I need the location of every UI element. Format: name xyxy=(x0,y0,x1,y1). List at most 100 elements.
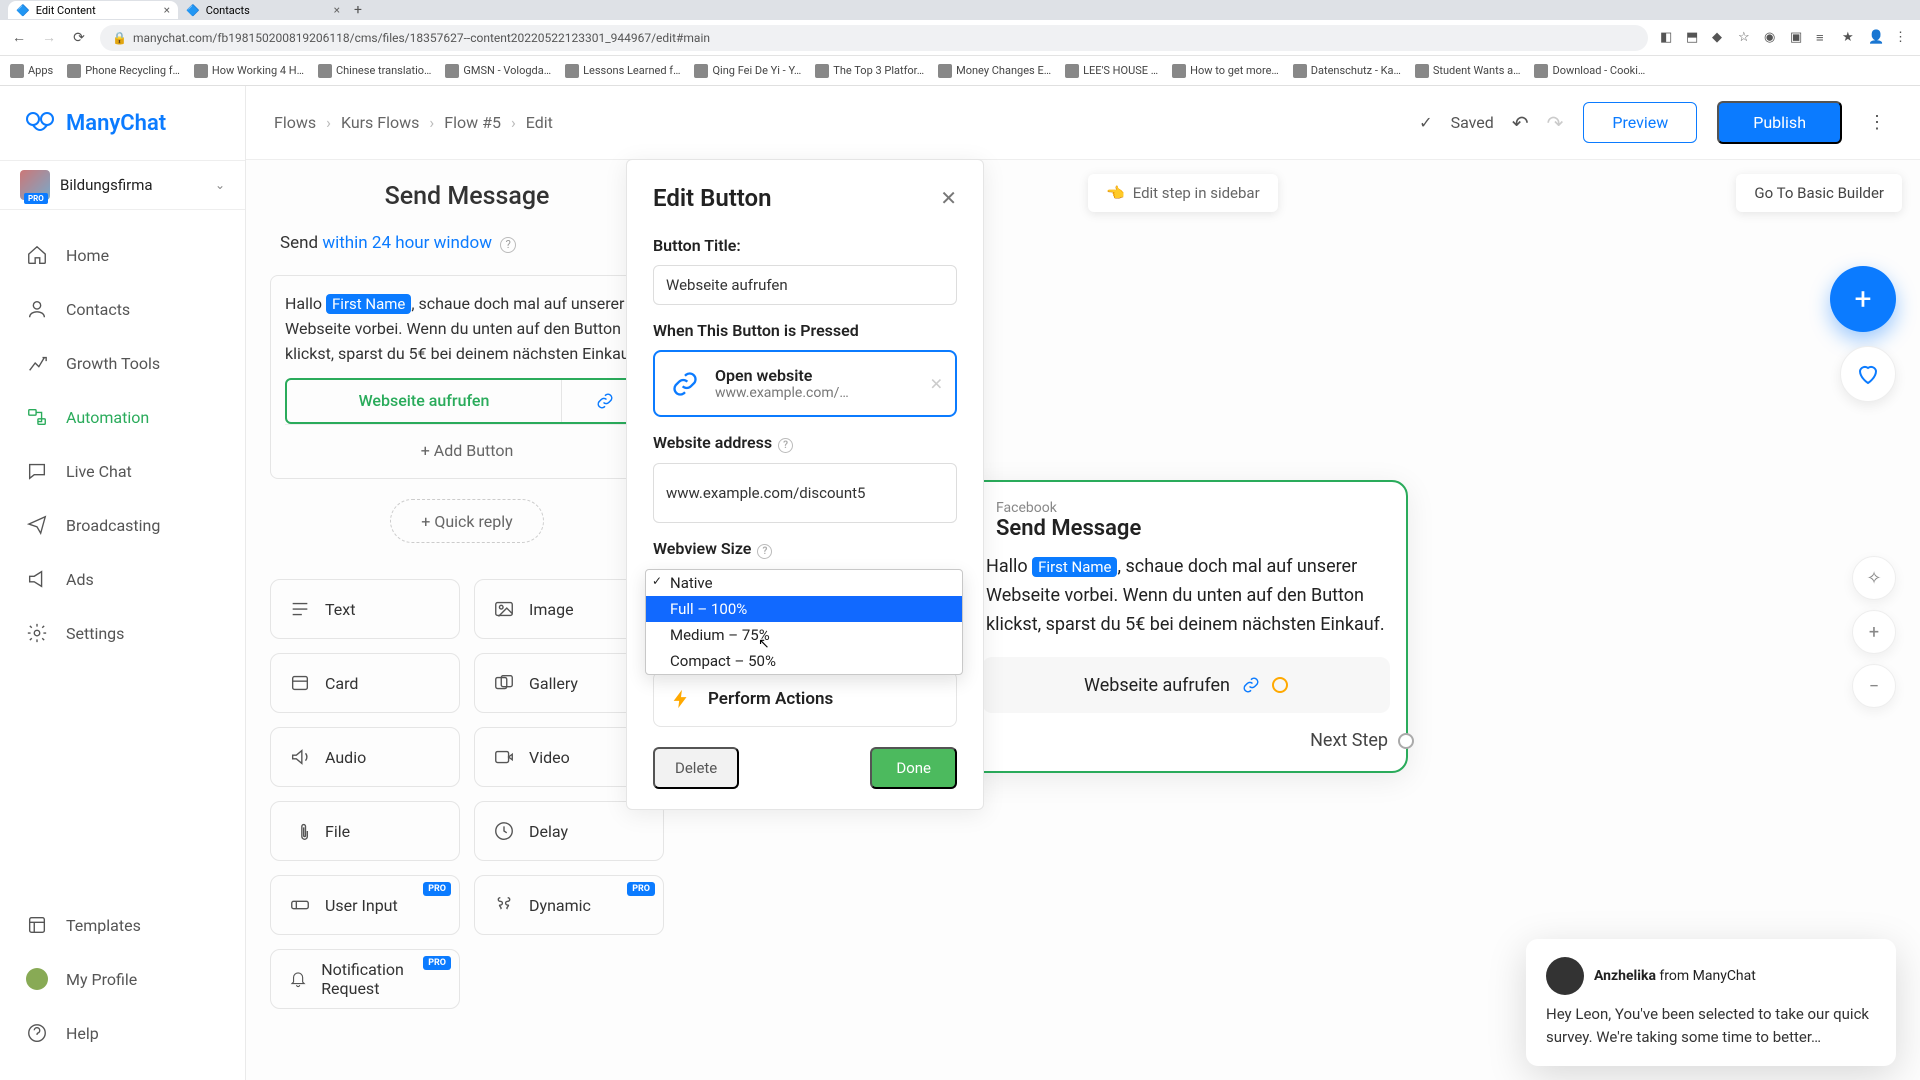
flow-node[interactable]: Facebook Send Message Hallo First Name, … xyxy=(964,480,1408,773)
browser-tab-active[interactable]: 🔷 Edit Content × xyxy=(8,1,178,19)
zoom-in-button[interactable]: + xyxy=(1852,610,1896,654)
block-file[interactable]: File xyxy=(270,801,460,861)
back-button[interactable]: ← xyxy=(10,29,28,47)
close-icon[interactable]: × xyxy=(334,3,340,17)
bookmark[interactable]: The Top 3 Platfor… xyxy=(815,64,924,78)
extension-icon[interactable]: ◆ xyxy=(1712,30,1728,46)
dropdown-option[interactable]: Medium – 75% xyxy=(646,622,962,648)
bookmark[interactable]: How Working 4 H… xyxy=(194,64,304,78)
extension-icon[interactable]: ≡ xyxy=(1816,30,1832,46)
nav-help[interactable]: Help xyxy=(0,1006,245,1060)
url-input[interactable]: 🔒 manychat.com/fb198150200819206118/cms/… xyxy=(100,25,1648,51)
connector-dot[interactable] xyxy=(1398,733,1414,749)
block-delay[interactable]: Delay xyxy=(474,801,664,861)
nav-ads[interactable]: Ads xyxy=(0,552,245,606)
bookmark[interactable]: Phone Recycling f… xyxy=(67,64,180,78)
menu-icon[interactable]: ⋮ xyxy=(1894,30,1910,46)
message-button[interactable]: Webseite aufrufen xyxy=(285,378,649,424)
bookmark[interactable]: Download - Cooki… xyxy=(1534,64,1645,78)
goto-basic-builder[interactable]: Go To Basic Builder xyxy=(1736,174,1902,212)
nav-growth[interactable]: Growth Tools xyxy=(0,336,245,390)
help-icon[interactable]: ? xyxy=(778,438,793,453)
nav-home[interactable]: Home xyxy=(0,228,245,282)
info-icon[interactable]: ? xyxy=(500,237,516,253)
bookmark[interactable]: Chinese translatio… xyxy=(318,64,431,78)
nav-livechat[interactable]: Live Chat xyxy=(0,444,245,498)
action-card[interactable]: Open website www.example.com/… ✕ xyxy=(653,350,957,417)
nav-automation[interactable]: Automation xyxy=(0,390,245,444)
extension-icon[interactable]: ⬒ xyxy=(1686,30,1702,46)
close-icon[interactable]: × xyxy=(164,3,170,17)
dropdown-option[interactable]: Full – 100% xyxy=(646,596,962,622)
edit-step-pill[interactable]: 👈 Edit step in sidebar xyxy=(1088,174,1278,212)
new-tab-button[interactable]: + xyxy=(348,2,368,18)
nav-contacts[interactable]: Contacts xyxy=(0,282,245,336)
delete-button[interactable]: Delete xyxy=(653,747,739,789)
bookmark[interactable]: How to get more… xyxy=(1172,64,1279,78)
window-link[interactable]: within 24 hour window xyxy=(322,233,492,253)
forward-button[interactable]: → xyxy=(40,29,58,47)
add-step-fab[interactable]: + xyxy=(1830,266,1896,332)
extension-icon[interactable]: ◧ xyxy=(1660,30,1676,46)
flow-canvas[interactable]: 👈 Edit step in sidebar Go To Basic Build… xyxy=(246,160,1920,1080)
crumb[interactable]: Flow #5 xyxy=(444,113,501,132)
bookmark[interactable]: GMSN - Vologda… xyxy=(445,64,551,78)
bookmark[interactable]: LEE'S HOUSE … xyxy=(1065,64,1158,78)
dropdown-option[interactable]: Compact – 50% xyxy=(646,648,962,674)
browser-tab[interactable]: 🔷 Contacts × xyxy=(178,1,348,19)
bookmark[interactable]: Apps xyxy=(10,64,53,78)
redo-button[interactable]: ↷ xyxy=(1547,111,1564,135)
favorite-fab[interactable] xyxy=(1840,346,1896,402)
dropdown-option[interactable]: Native xyxy=(646,570,962,596)
chat-popup[interactable]: Anzhelika from ManyChat Hey Leon, You've… xyxy=(1526,939,1896,1066)
add-button[interactable]: + Add Button xyxy=(285,424,649,478)
templates-icon xyxy=(26,914,48,936)
next-step[interactable]: Next Step xyxy=(1310,730,1414,751)
autofit-button[interactable]: ✧ xyxy=(1852,556,1896,600)
extension-icon[interactable]: ◉ xyxy=(1764,30,1780,46)
block-notification[interactable]: Notification RequestPRO xyxy=(270,949,460,1009)
done-button[interactable]: Done xyxy=(870,747,957,789)
block-audio[interactable]: Audio xyxy=(270,727,460,787)
workspace-selector[interactable]: PRO Bildungsfirma ⌄ xyxy=(0,160,245,210)
kebab-menu[interactable]: ⋮ xyxy=(1862,103,1892,143)
help-icon[interactable]: ? xyxy=(757,544,772,559)
bookmark[interactable]: Student Wants a… xyxy=(1415,64,1521,78)
block-text[interactable]: Text xyxy=(270,579,460,639)
nav-broadcasting[interactable]: Broadcasting xyxy=(0,498,245,552)
message-editor[interactable]: Hallo First Name, schaue doch mal auf un… xyxy=(270,275,664,479)
logo[interactable]: ManyChat xyxy=(0,86,245,160)
publish-button[interactable]: Publish xyxy=(1717,101,1842,144)
crumb[interactable]: Flows xyxy=(274,113,316,132)
crumb[interactable]: Edit xyxy=(526,113,553,132)
bookmark[interactable]: Lessons Learned f… xyxy=(565,64,680,78)
webview-size-select[interactable]: Native Full – 100% Medium – 75% Compact … xyxy=(653,569,957,609)
extension-icon[interactable]: ☆ xyxy=(1738,30,1754,46)
nav-profile[interactable]: My Profile xyxy=(0,952,245,1006)
node-button[interactable]: Webseite aufrufen xyxy=(982,657,1390,713)
preview-button[interactable]: Preview xyxy=(1583,102,1697,143)
profile-icon[interactable]: 👤 xyxy=(1868,30,1884,46)
crumb[interactable]: Kurs Flows xyxy=(341,113,419,132)
extension-icon[interactable]: ▣ xyxy=(1790,30,1806,46)
nav-settings[interactable]: Settings xyxy=(0,606,245,660)
close-icon[interactable]: ✕ xyxy=(930,374,943,393)
bookmark[interactable]: Qing Fei De Yi - Y… xyxy=(694,64,801,78)
block-dynamic[interactable]: DynamicPRO xyxy=(474,875,664,935)
variable-chip[interactable]: First Name xyxy=(326,294,411,314)
button-title-input[interactable] xyxy=(653,265,957,305)
zoom-out-button[interactable]: − xyxy=(1852,664,1896,708)
undo-button[interactable]: ↶ xyxy=(1512,111,1529,135)
quick-reply-button[interactable]: + Quick reply xyxy=(390,499,544,543)
nav-templates[interactable]: Templates xyxy=(0,898,245,952)
block-userinput[interactable]: User InputPRO xyxy=(270,875,460,935)
perform-actions-card[interactable]: Perform Actions xyxy=(653,671,957,727)
bookmark[interactable]: Money Changes E… xyxy=(938,64,1051,78)
extension-icon[interactable]: ★ xyxy=(1842,30,1858,46)
reload-button[interactable]: ⟳ xyxy=(70,29,88,47)
block-card[interactable]: Card xyxy=(270,653,460,713)
website-address-input[interactable] xyxy=(653,463,957,523)
connector-dot[interactable] xyxy=(1272,677,1288,693)
close-icon[interactable]: ✕ xyxy=(940,186,957,210)
bookmark[interactable]: Datenschutz - Ka… xyxy=(1293,64,1401,78)
